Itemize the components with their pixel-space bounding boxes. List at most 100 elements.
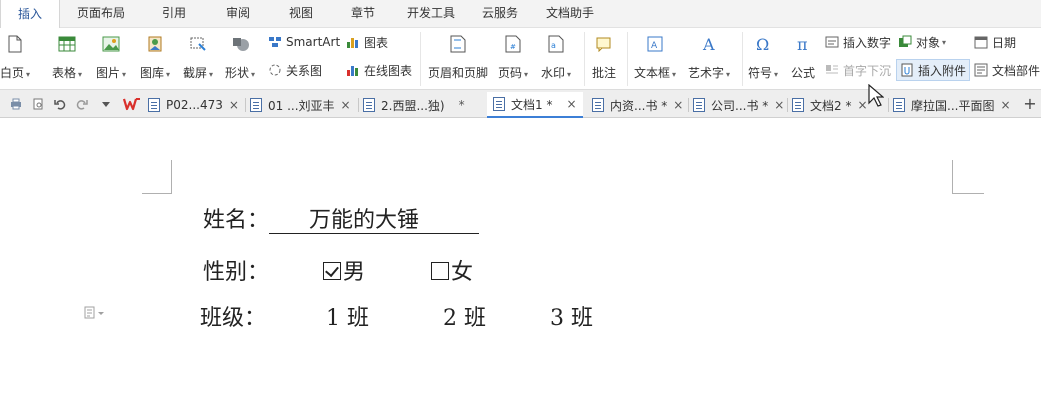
mouse-cursor-icon [868, 83, 885, 111]
ribbon-divider [584, 32, 585, 86]
doc-parts-button[interactable]: 文档部件 [974, 59, 1040, 81]
chart-button[interactable]: 图表 [346, 31, 388, 53]
header-footer-button[interactable]: 页眉和页脚 [428, 28, 488, 81]
doc-tab-label: 内资...书 * [610, 98, 668, 113]
class-label: 班级： [200, 306, 267, 331]
menu-tab-references[interactable]: 引用 [142, 0, 206, 27]
table-label: 表格 [52, 66, 77, 80]
page-number-label: 页码 [498, 66, 523, 80]
picture-icon [101, 34, 121, 54]
online-chart-button[interactable]: 在线图表 [346, 59, 412, 81]
ribbon-divider [742, 32, 743, 86]
close-icon[interactable]: × [774, 98, 784, 112]
gallery-button[interactable]: 图库 ▾ [140, 28, 170, 81]
drop-cap-label: 首字下沉 [843, 63, 892, 78]
ribbon: 白页 ▾ 表格 ▾ 图片 ▾ 图库 ▾ 截屏 ▾ 形状 ▾ SmartArt 关… [0, 28, 1041, 90]
smartart-button[interactable]: SmartArt [268, 31, 340, 53]
wordart-label: 艺术字 [688, 66, 725, 80]
undo-icon[interactable] [52, 96, 68, 112]
smartart-icon [268, 35, 282, 49]
close-icon[interactable]: × [229, 98, 239, 112]
menu-tab-developer[interactable]: 开发工具 [394, 0, 468, 27]
doc-tab-label: 2.西盟...独) [381, 98, 445, 113]
close-icon[interactable]: × [673, 98, 683, 112]
shape-icon [230, 34, 250, 54]
gallery-icon [145, 34, 165, 54]
date-button[interactable]: 日期 [974, 31, 1016, 53]
menu-tab-page-layout[interactable]: 页面布局 [60, 0, 142, 27]
doc-tab-label: 01 ...刘亚丰 [268, 98, 335, 113]
doc-tab[interactable]: P02...473 × [148, 92, 239, 118]
menu-tab-view[interactable]: 视图 [270, 0, 332, 27]
svg-text:a: a [551, 41, 556, 50]
doc-tab[interactable]: 2.西盟...独) * [363, 92, 465, 118]
formula-button[interactable]: π 公式 [791, 28, 815, 81]
name-value[interactable]: 万能的大锤 [269, 209, 480, 234]
wps-logo-icon[interactable] [122, 96, 142, 112]
wordart-icon: A [699, 34, 719, 54]
table-button[interactable]: 表格 ▾ [52, 28, 82, 81]
male-checkbox-checked[interactable] [323, 262, 342, 280]
close-icon[interactable]: × [857, 98, 867, 112]
redo-icon[interactable] [74, 96, 90, 112]
object-button[interactable]: 对象 ▾ [898, 31, 946, 53]
insert-number-button[interactable]: 插入数字 [825, 31, 891, 53]
doc-tab[interactable]: 内资...书 * × [592, 92, 683, 118]
doc-tab-label: 文档2 * [810, 98, 852, 113]
menu-tab-section[interactable]: 章节 [332, 0, 394, 27]
doc-tab[interactable]: 公司...书 * × [693, 92, 784, 118]
drop-cap-icon [825, 63, 839, 77]
page-number-icon: # [503, 34, 523, 54]
symbol-button[interactable]: Ω 符号 ▾ [748, 28, 778, 81]
gender-label: 性别： [203, 260, 270, 285]
shape-button[interactable]: 形状 ▾ [225, 28, 255, 81]
online-chart-icon [346, 63, 360, 77]
margin-corner-top-left [142, 160, 172, 194]
class-option-2[interactable]: 2 班 [443, 306, 486, 331]
print-preview-icon[interactable] [30, 96, 46, 112]
drop-cap-button[interactable]: 首字下沉 [825, 59, 891, 81]
doc-tab-label: P02...473 [166, 98, 223, 112]
document-page[interactable]: 姓名： 万能的大锤 性别： 男 女 班级： 1 班 2 班 3 班 [0, 118, 1041, 400]
menu-tab-review[interactable]: 审阅 [206, 0, 270, 27]
pi-icon: π [793, 34, 813, 54]
close-icon[interactable]: × [341, 98, 351, 112]
class-option-3[interactable]: 3 班 [550, 306, 593, 331]
menu-tab-insert[interactable]: 插入 [0, 0, 60, 28]
watermark-button[interactable]: a 水印 ▾ [541, 28, 571, 81]
male-label: 男 [343, 260, 366, 285]
doc-tab[interactable]: 摩拉国...平面图 × [893, 92, 1011, 118]
close-icon[interactable]: × [1000, 98, 1010, 112]
class-option-1[interactable]: 1 班 [326, 306, 369, 331]
table-icon [57, 34, 77, 54]
wordart-button[interactable]: A 艺术字 ▾ [688, 28, 730, 81]
menu-tab-cloud[interactable]: 云服务 [468, 0, 532, 27]
textbox-icon: A [645, 34, 665, 54]
watermark-label: 水印 [541, 66, 566, 80]
relation-chart-button[interactable]: 关系图 [268, 59, 322, 81]
close-icon[interactable]: × [566, 97, 576, 111]
print-icon[interactable] [8, 96, 24, 112]
attachment-icon [900, 63, 914, 77]
textbox-label: 文本框 [634, 66, 671, 80]
picture-button[interactable]: 图片 ▾ [96, 28, 126, 81]
comment-icon [594, 34, 614, 54]
menu-tab-doc-assistant[interactable]: 文档助手 [532, 0, 608, 27]
doc-tab[interactable]: 01 ...刘亚丰 × [250, 92, 351, 118]
name-row: 姓名： 万能的大锤 [203, 202, 480, 234]
doc-parts-icon [974, 63, 988, 77]
comment-button[interactable]: 批注 [592, 28, 616, 81]
doc-tab[interactable]: 文档2 * × [792, 92, 868, 118]
quick-access-dropdown-icon[interactable] [98, 96, 114, 112]
tab-divider [888, 98, 889, 112]
page-number-button[interactable]: # 页码 ▾ [498, 28, 528, 81]
svg-text:π: π [797, 35, 808, 53]
female-checkbox[interactable] [431, 262, 450, 280]
new-tab-button[interactable]: + [1022, 94, 1038, 113]
blank-page-button[interactable]: 白页 ▾ [0, 28, 30, 81]
textbox-button[interactable]: A 文本框 ▾ [634, 28, 676, 81]
doc-tab-active[interactable]: 文档1 * × [487, 92, 583, 118]
screenshot-button[interactable]: 截屏 ▾ [183, 28, 213, 81]
insert-attachment-button[interactable]: 插入附件 [896, 59, 971, 81]
paragraph-options-icon[interactable] [84, 306, 104, 320]
